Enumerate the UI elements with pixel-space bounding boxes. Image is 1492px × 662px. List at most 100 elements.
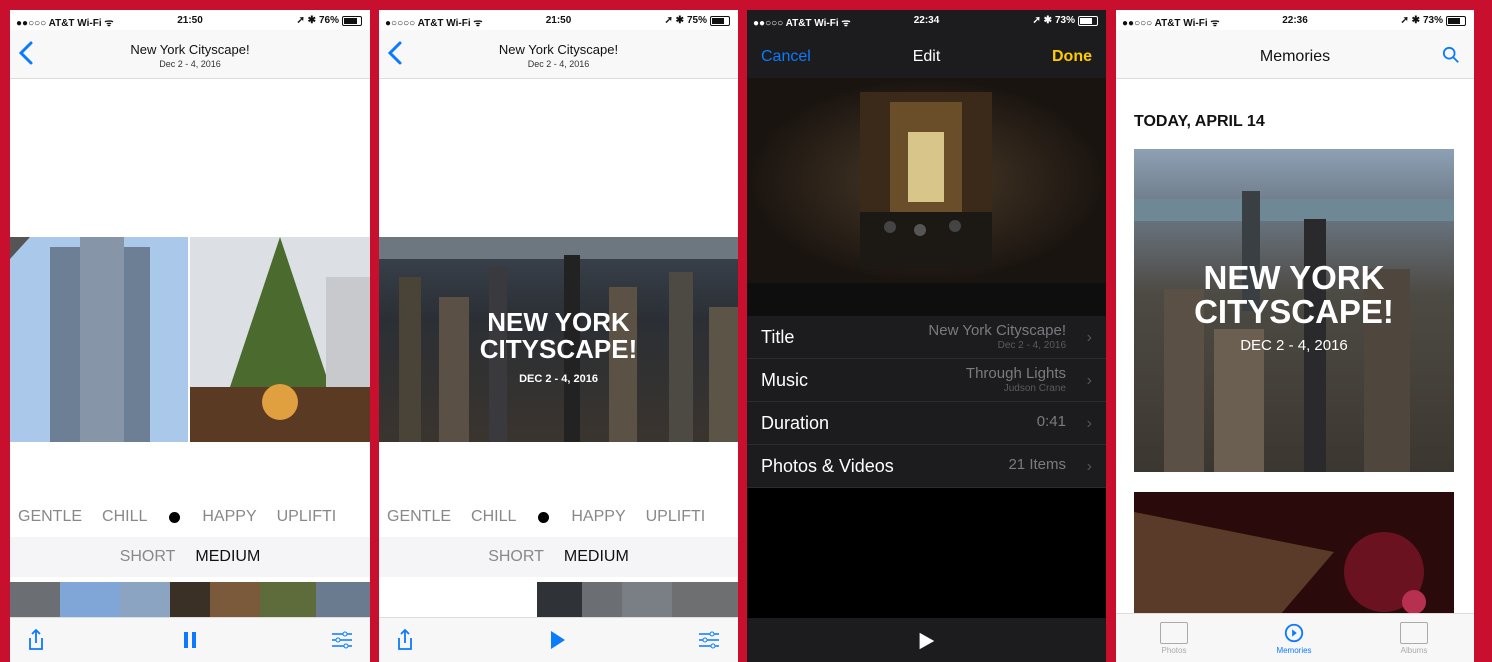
duration-selector[interactable]: SHORT MEDIUM	[379, 537, 738, 577]
location-icon: ➚ ✱	[296, 15, 316, 26]
battery-percent: 76%	[318, 15, 339, 26]
tab-label: Photos	[1161, 646, 1187, 655]
row-value: 0:41	[1036, 413, 1066, 430]
chevron-right-icon: ›	[1086, 372, 1092, 389]
tab-label: Albums	[1400, 646, 1428, 655]
duration-selector[interactable]: SHORT MEDIUM	[10, 537, 370, 577]
bottom-toolbar	[379, 617, 738, 662]
location-icon: ➚ ✱	[664, 15, 684, 26]
phone-screen-playback-paused: ●●○○○ AT&T Wi-Fi ᯤ 21:50 ➚ ✱ 76% New Yor…	[10, 10, 370, 662]
phone-screen-edit: ●●○○○ AT&T Wi-Fi ᯤ 22:34 ➚ ✱ 73% Cancel …	[747, 10, 1106, 662]
cover-date: DEC 2 - 4, 2016	[519, 373, 598, 385]
nav-bar: Memories	[1116, 30, 1474, 79]
mood-gentle[interactable]: GENTLE	[18, 508, 82, 526]
battery-indicator: ➚ ✱ 73%	[1400, 15, 1466, 26]
chevron-right-icon: ›	[1086, 415, 1092, 432]
location-icon: ➚ ✱	[1032, 15, 1052, 26]
row-label: Title	[761, 327, 795, 347]
status-bar: ●●○○○ AT&T Wi-Fi ᯤ 22:34 ➚ ✱ 73%	[747, 10, 1106, 30]
phone-screen-memories: ●●○○○ AT&T Wi-Fi ᯤ 22:36 ➚ ✱ 73% Memorie…	[1116, 10, 1474, 662]
tab-albums[interactable]: Albums	[1374, 622, 1454, 655]
memory-card[interactable]: NEW YORK CITYSCAPE! DEC 2 - 4, 2016	[1134, 149, 1454, 472]
tab-label: Memories	[1276, 646, 1312, 655]
length-medium[interactable]: MEDIUM	[195, 548, 260, 566]
battery-icon	[1078, 15, 1098, 26]
mood-selector[interactable]: GENTLE CHILL HAPPY UPLIFTI	[10, 500, 370, 534]
battery-indicator: ➚ ✱ 73%	[1032, 15, 1098, 26]
tab-bar: Photos Memories Albums	[1116, 613, 1474, 662]
status-bar: ●●○○○ AT&T Wi-Fi ᯤ 21:50 ➚ ✱ 76%	[10, 10, 370, 30]
section-header: TODAY, APRIL 14	[1134, 113, 1265, 130]
row-value: 21 Items	[1008, 456, 1066, 473]
row-value: Through Lights	[965, 365, 1066, 382]
chevron-right-icon: ›	[1086, 458, 1092, 475]
edit-row-title[interactable]: Title New York Cityscape! Dec 2 - 4, 201…	[747, 316, 1106, 359]
card-title-line2: CITYSCAPE!	[1194, 293, 1394, 330]
share-icon[interactable]	[393, 628, 417, 652]
tab-photos[interactable]: Photos	[1134, 622, 1214, 655]
row-subvalue: Judson Crane	[1003, 383, 1066, 394]
length-medium[interactable]: MEDIUM	[564, 548, 629, 566]
length-short[interactable]: SHORT	[488, 548, 544, 566]
night-photo	[1134, 512, 1426, 622]
slideshow-frame[interactable]	[10, 237, 370, 442]
row-label: Duration	[761, 413, 830, 433]
mood-chill[interactable]: CHILL	[471, 508, 516, 526]
battery-indicator: ➚ ✱ 75%	[664, 15, 730, 26]
memory-date: Dec 2 - 4, 2016	[527, 59, 590, 69]
row-value: New York Cityscape!	[928, 322, 1066, 339]
edit-row-music[interactable]: Music Through Lights Judson Crane ›	[747, 359, 1106, 402]
memories-tab-icon	[1284, 623, 1304, 643]
battery-percent: 73%	[1054, 15, 1075, 26]
done-button[interactable]: Done	[1052, 48, 1092, 66]
mood-chill[interactable]: CHILL	[102, 508, 147, 526]
search-icon[interactable]	[1442, 46, 1460, 64]
thumbnail-scrubber[interactable]	[10, 582, 370, 618]
cover-title-line2: CITYSCAPE!	[479, 334, 638, 364]
edit-row-photos-videos[interactable]: Photos & Videos 21 Items ›	[747, 445, 1106, 488]
nav-bar: Cancel Edit Done	[747, 30, 1106, 78]
mood-selector[interactable]: GENTLE CHILL HAPPY UPLIFTI	[379, 500, 738, 534]
player-top-space	[10, 79, 370, 237]
albums-tab-icon	[1400, 622, 1428, 644]
battery-percent: 75%	[686, 15, 707, 26]
edit-row-duration[interactable]: Duration 0:41 ›	[747, 402, 1106, 445]
thumbnail-scrubber[interactable]	[379, 582, 738, 618]
sliders-icon[interactable]	[697, 628, 721, 652]
mood-happy[interactable]: HAPPY	[202, 508, 256, 526]
card-title-line1: NEW YORK	[1203, 259, 1385, 296]
pause-icon[interactable]	[178, 628, 202, 652]
preview-area[interactable]	[747, 78, 1106, 283]
tab-memories[interactable]: Memories	[1254, 622, 1334, 655]
row-label: Music	[761, 370, 809, 390]
battery-icon	[710, 15, 730, 26]
memory-date: Dec 2 - 4, 2016	[159, 59, 221, 69]
play-icon[interactable]	[545, 628, 569, 652]
battery-indicator: ➚ ✱ 76%	[296, 15, 362, 26]
share-icon[interactable]	[24, 628, 48, 652]
nav-bar: New York Cityscape! Dec 2 - 4, 2016	[379, 30, 738, 79]
mood-happy[interactable]: HAPPY	[571, 508, 625, 526]
title-card-video[interactable]: NEW YORK CITYSCAPE! DEC 2 - 4, 2016	[379, 237, 738, 442]
memory-title: New York Cityscape!	[130, 42, 250, 57]
mood-uplifting[interactable]: UPLIFTI	[646, 508, 706, 526]
player-top-space	[379, 79, 738, 237]
play-icon[interactable]	[915, 630, 937, 652]
sliders-icon[interactable]	[330, 628, 354, 652]
row-label: Photos & Videos	[761, 456, 894, 476]
memory-card-2[interactable]	[1134, 492, 1454, 622]
battery-icon	[342, 15, 362, 26]
row-subvalue: Dec 2 - 4, 2016	[997, 340, 1066, 351]
battery-icon	[1446, 15, 1466, 26]
mood-gentle[interactable]: GENTLE	[387, 508, 451, 526]
chevron-right-icon: ›	[1086, 329, 1092, 346]
status-bar: ●●○○○ AT&T Wi-Fi ᯤ 22:36 ➚ ✱ 73%	[1116, 10, 1474, 30]
card-title: NEW YORK CITYSCAPE!	[1134, 261, 1454, 329]
card-date: DEC 2 - 4, 2016	[1240, 337, 1348, 354]
memory-title: New York Cityscape!	[498, 42, 619, 57]
length-short[interactable]: SHORT	[120, 548, 176, 566]
cover-title-line1: NEW YORK	[487, 307, 630, 337]
mood-dot-indicator[interactable]	[538, 511, 550, 523]
mood-dot-indicator[interactable]	[169, 511, 181, 523]
mood-uplifting[interactable]: UPLIFTI	[277, 508, 337, 526]
